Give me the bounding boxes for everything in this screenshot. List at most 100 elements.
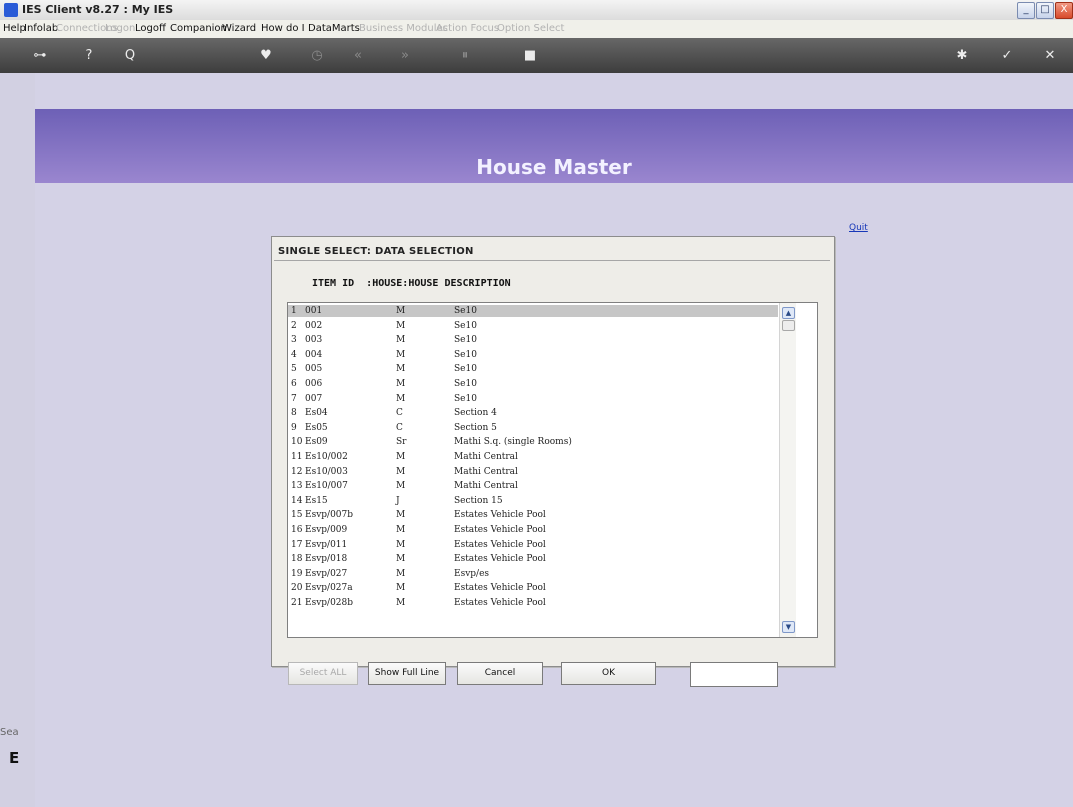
- house-description: Estates Vehicle Pool: [454, 510, 546, 521]
- menu-wizard[interactable]: Wizard: [222, 23, 256, 34]
- item-id: 006: [305, 379, 323, 389]
- gear-icon[interactable]: ✱: [952, 48, 972, 63]
- house-description: Section 4: [454, 408, 497, 419]
- house-code: M: [396, 335, 406, 346]
- vertical-scrollbar[interactable]: ▲ ▼: [779, 303, 796, 637]
- house-description: Esvp/es: [454, 568, 490, 579]
- close-button[interactable]: X: [1055, 2, 1073, 19]
- house-code: C: [396, 408, 403, 419]
- house-code: M: [396, 525, 406, 535]
- house-code: M: [396, 452, 406, 462]
- minimize-button[interactable]: _: [1017, 2, 1035, 19]
- list-row[interactable]: 19 Esvp/027 M Esvp/es: [288, 568, 778, 580]
- house-description: Mathi Central: [454, 466, 518, 477]
- house-description: Section 15: [454, 495, 503, 506]
- item-id: Esvp/007b: [305, 510, 354, 521]
- menu-datamarts[interactable]: DataMarts: [308, 23, 360, 34]
- menu-infolab[interactable]: Infolab: [24, 23, 58, 34]
- item-id: Es04: [305, 408, 328, 419]
- check-icon[interactable]: ✓: [997, 48, 1017, 63]
- row-number: 7: [291, 393, 297, 404]
- column-header: ITEM ID :HOUSE:HOUSE DESCRIPTION: [312, 278, 511, 289]
- list-row[interactable]: 13 Es10/007 M Mathi Central: [288, 480, 778, 492]
- list-row[interactable]: 20 Esvp/027a M Estates Vehicle Pool: [288, 582, 778, 594]
- list-row[interactable]: 4 004 M Se10: [288, 349, 778, 361]
- menu-business-modules[interactable]: Business Modules: [359, 23, 448, 34]
- house-code: M: [396, 510, 406, 521]
- list-row[interactable]: 17 Esvp/011 M Estates Vehicle Pool: [288, 539, 778, 551]
- list-row[interactable]: 5 005 M Se10: [288, 363, 778, 375]
- dialog-input-field[interactable]: [690, 662, 778, 687]
- house-code: M: [396, 393, 406, 404]
- house-code: M: [396, 554, 406, 565]
- cancel-button[interactable]: Cancel: [457, 662, 543, 685]
- house-description: Mathi Central: [454, 452, 518, 462]
- menu-help[interactable]: Help: [3, 23, 26, 34]
- select-all-button[interactable]: Select ALL: [288, 662, 358, 685]
- house-description: Se10: [454, 364, 477, 375]
- scroll-down-arrow-icon[interactable]: ▼: [782, 621, 795, 633]
- menu-logoff[interactable]: Logoff: [135, 23, 166, 34]
- item-id: Esvp/011: [305, 539, 348, 550]
- search-icon[interactable]: Q: [120, 48, 140, 63]
- rewind-icon[interactable]: «: [348, 48, 368, 63]
- title-bar: IES Client v8.27 : My IES _ □ X: [0, 0, 1073, 21]
- data-selection-dialog: SINGLE SELECT: DATA SELECTION ITEM ID :H…: [271, 236, 835, 687]
- scroll-thumb[interactable]: [782, 320, 795, 331]
- list-row[interactable]: 16 Esvp/009 M Estates Vehicle Pool: [288, 524, 778, 536]
- house-description: Se10: [454, 320, 477, 331]
- maximize-button[interactable]: □: [1036, 2, 1054, 19]
- list-row[interactable]: 9 Es05 C Section 5: [288, 422, 778, 434]
- row-number: 3: [291, 335, 297, 346]
- row-number: 1: [291, 306, 297, 316]
- house-code: M: [396, 306, 406, 316]
- menu-companion[interactable]: Companion: [170, 23, 227, 34]
- house-description: Estates Vehicle Pool: [454, 598, 546, 608]
- list-row[interactable]: 8 Es04 C Section 4: [288, 407, 778, 419]
- list-row[interactable]: 7 007 M Se10: [288, 393, 778, 405]
- pause-icon[interactable]: ⏸: [455, 48, 475, 63]
- list-row[interactable]: 18 Esvp/018 M Estates Vehicle Pool: [288, 553, 778, 565]
- scroll-up-arrow-icon[interactable]: ▲: [782, 307, 795, 319]
- list-row[interactable]: 1 001 M Se10: [288, 305, 778, 317]
- row-number: 9: [291, 422, 297, 433]
- ok-button[interactable]: OK: [561, 662, 656, 685]
- row-number: 16: [291, 525, 303, 535]
- close-icon[interactable]: ✕: [1040, 48, 1060, 63]
- list-row[interactable]: 12 Es10/003 M Mathi Central: [288, 466, 778, 478]
- list-row[interactable]: 14 Es15 J Section 15: [288, 495, 778, 507]
- house-description: Mathi S.q. (single Rooms): [454, 437, 572, 448]
- stop-icon[interactable]: ■: [520, 48, 540, 63]
- item-id: 005: [305, 364, 323, 375]
- quit-link[interactable]: Quit: [849, 223, 868, 233]
- menu-logon[interactable]: Logon: [105, 23, 135, 34]
- item-id: Esvp/027a: [305, 583, 353, 594]
- list-row[interactable]: 21 Esvp/028b M Estates Vehicle Pool: [288, 597, 778, 609]
- list-row[interactable]: 15 Esvp/007b M Estates Vehicle Pool: [288, 509, 778, 521]
- list-row[interactable]: 11 Es10/002 M Mathi Central: [288, 451, 778, 463]
- row-number: 15: [291, 510, 303, 521]
- house-description: Se10: [454, 306, 477, 316]
- house-description: Estates Vehicle Pool: [454, 554, 546, 565]
- help-icon[interactable]: ?: [79, 48, 99, 63]
- menu-how-do-i[interactable]: How do I: [261, 23, 305, 34]
- window-title: IES Client v8.27 : My IES: [22, 3, 174, 16]
- house-code: M: [396, 583, 406, 594]
- house-description: Mathi Central: [454, 481, 518, 492]
- heart-icon[interactable]: ♥: [256, 48, 276, 63]
- selection-list[interactable]: 21 Esvp/028b M Estates Vehicle Pool 20 Esvp/0…: [287, 302, 818, 638]
- list-row[interactable]: 6 006 M Se10: [288, 378, 778, 390]
- clock-icon[interactable]: ◷: [307, 48, 327, 63]
- row-number: 10: [291, 437, 303, 448]
- menu-option-select[interactable]: Option Select: [497, 23, 564, 34]
- house-description: Estates Vehicle Pool: [454, 539, 546, 550]
- list-row[interactable]: 3 003 M Se10: [288, 334, 778, 346]
- menu-action-focus[interactable]: Action Focus: [436, 23, 499, 34]
- fast-forward-icon[interactable]: »: [395, 48, 415, 63]
- key-icon[interactable]: ⊶: [30, 48, 50, 63]
- show-full-line-button[interactable]: Show Full Line: [368, 662, 446, 685]
- list-row[interactable]: 10 Es09 Sr Mathi S.q. (single Rooms): [288, 436, 778, 448]
- row-number: 4: [291, 349, 297, 360]
- item-id: Es10/003: [305, 466, 348, 477]
- list-row[interactable]: 2 002 M Se10: [288, 320, 778, 332]
